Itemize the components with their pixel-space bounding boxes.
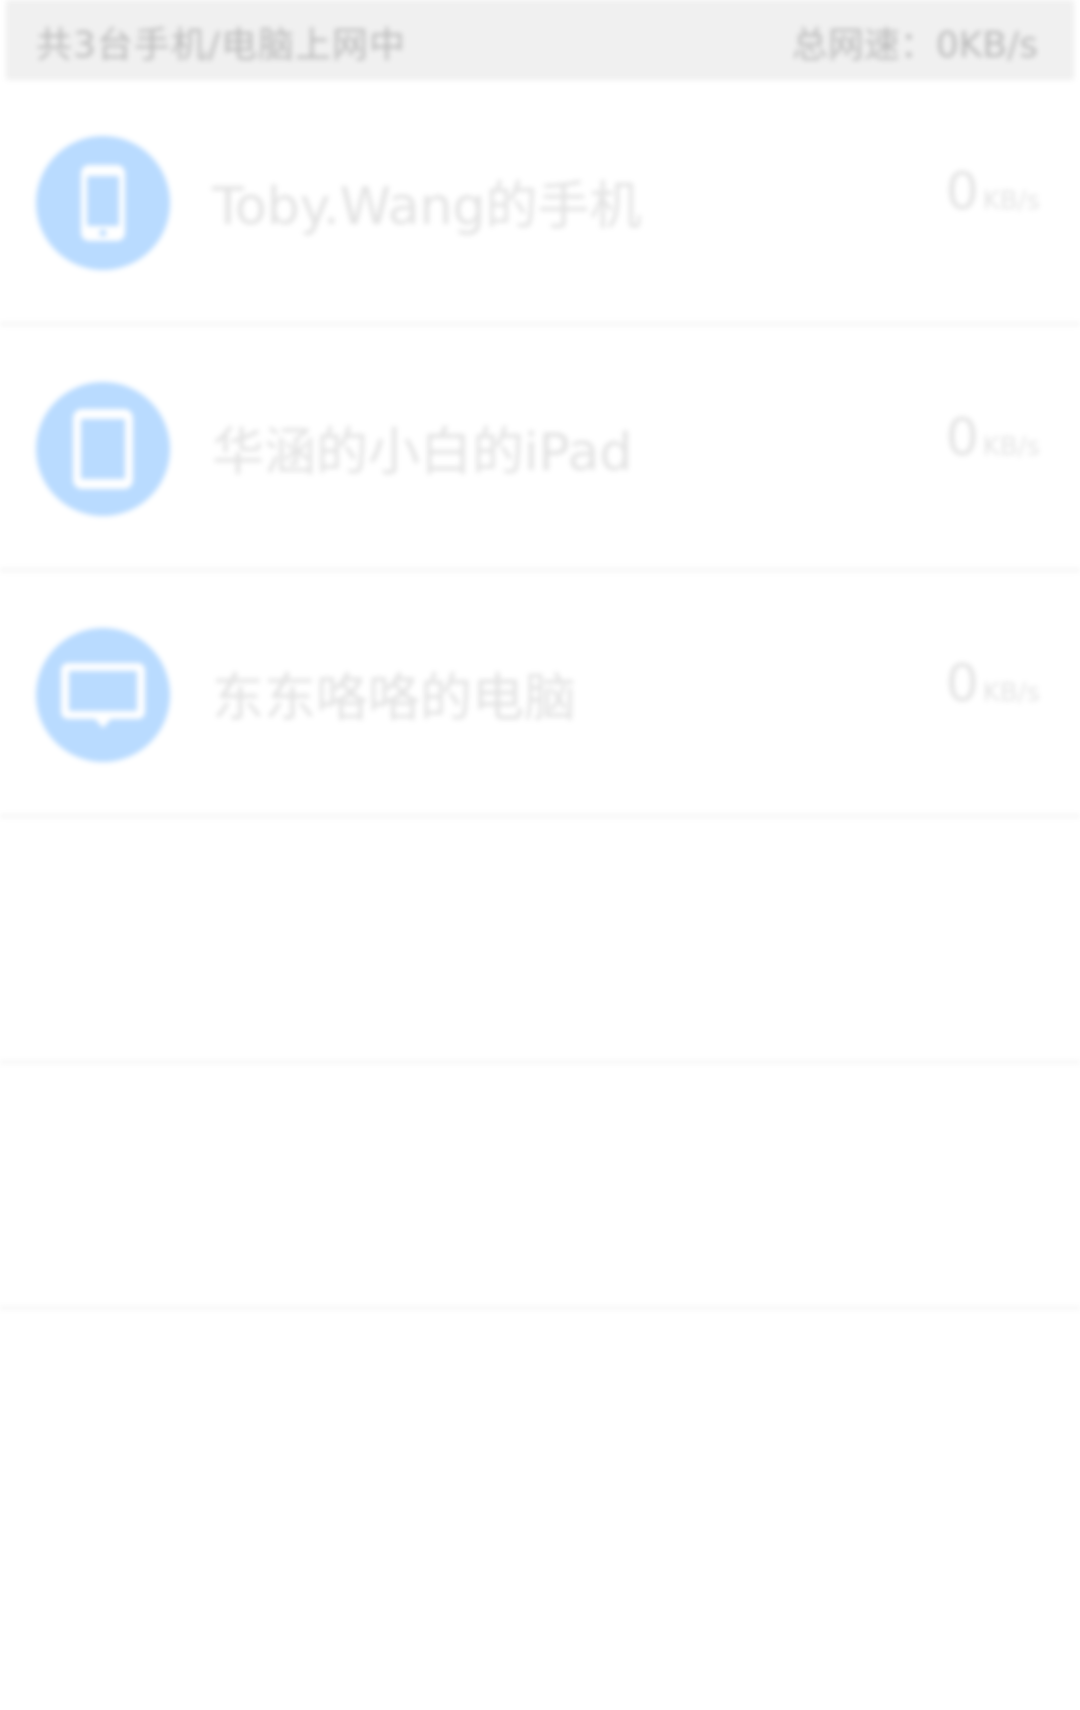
online-devices-count: 共3台手机/电脑上网中 bbox=[36, 25, 407, 66]
speed-unit: KB/s bbox=[982, 678, 1040, 708]
speed-value: 0 bbox=[945, 654, 979, 714]
device-row-phone[interactable]: Toby.Wang的手机 0 KB/s bbox=[0, 80, 1080, 326]
device-row-computer[interactable]: 东东咯咯的电脑 0 KB/s bbox=[0, 572, 1080, 818]
speed-unit: KB/s bbox=[982, 186, 1040, 216]
empty-row bbox=[0, 1064, 1080, 1310]
summary-bar: 共3台手机/电脑上网中 总网速：0KB/s bbox=[6, 0, 1074, 80]
device-name: Toby.Wang的手机 bbox=[212, 177, 642, 237]
total-speed: 总网速：0KB/s bbox=[791, 25, 1038, 66]
device-speed: 0 KB/s bbox=[946, 408, 1040, 468]
speed-value: 0 bbox=[945, 162, 979, 222]
phone-icon bbox=[36, 136, 170, 270]
computer-icon bbox=[36, 628, 170, 762]
device-speed: 0 KB/s bbox=[946, 654, 1040, 714]
tablet-icon bbox=[36, 382, 170, 516]
device-speed: 0 KB/s bbox=[946, 162, 1040, 222]
speed-unit: KB/s bbox=[982, 432, 1040, 462]
device-name: 华涵的小白的iPad bbox=[212, 423, 633, 483]
speed-value: 0 bbox=[945, 408, 979, 468]
device-list-screen: 共3台手机/电脑上网中 总网速：0KB/s Toby.Wang的手机 0 KB/s… bbox=[0, 0, 1080, 1710]
device-name: 东东咯咯的电脑 bbox=[212, 669, 577, 729]
device-row-tablet[interactable]: 华涵的小白的iPad 0 KB/s bbox=[0, 326, 1080, 572]
empty-row bbox=[0, 818, 1080, 1064]
empty-row bbox=[0, 1310, 1080, 1556]
